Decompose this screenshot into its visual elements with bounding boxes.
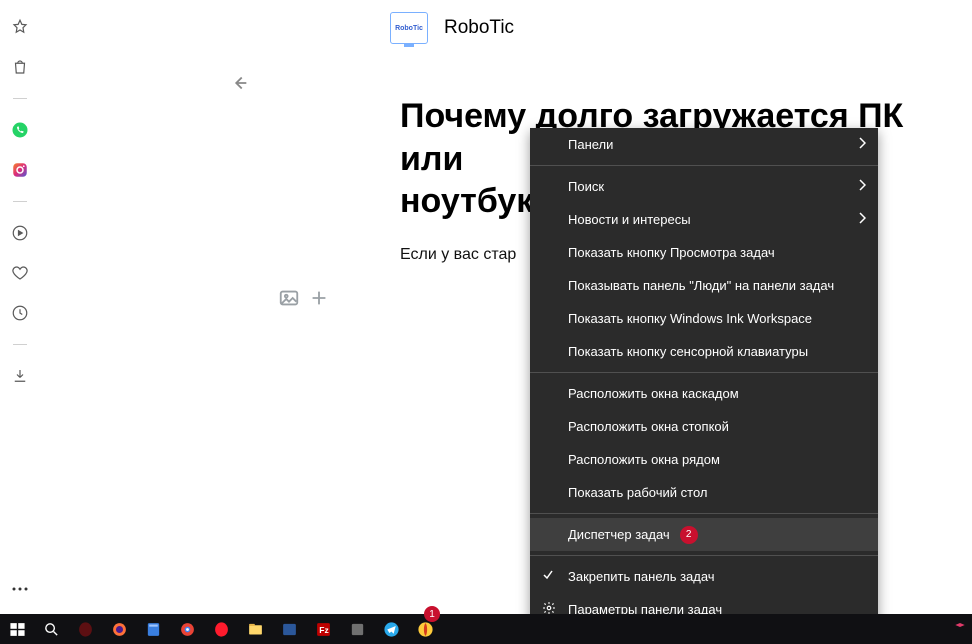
menu-separator: [530, 165, 878, 166]
start-button[interactable]: [0, 614, 34, 644]
menu-label: Показать кнопку Просмотра задач: [568, 245, 775, 260]
windows-taskbar: Fz 1: [0, 614, 972, 644]
calculator-icon[interactable]: [136, 614, 170, 644]
telegram-icon[interactable]: [374, 614, 408, 644]
opera-icon[interactable]: [68, 614, 102, 644]
menu-task-manager[interactable]: Диспетчер задач 2: [530, 518, 878, 551]
chevron-right-icon: [858, 212, 866, 227]
app-sidebar: [0, 0, 40, 614]
star-icon[interactable]: [11, 18, 29, 36]
explorer-icon[interactable]: [238, 614, 272, 644]
article-body: Если у вас стар: [400, 246, 516, 264]
instagram-icon[interactable]: [11, 161, 29, 179]
back-button[interactable]: [228, 72, 250, 99]
opera-gx-icon[interactable]: [204, 614, 238, 644]
channel-name[interactable]: RoboTic: [444, 17, 514, 39]
word-icon[interactable]: [272, 614, 306, 644]
chrome-icon[interactable]: [170, 614, 204, 644]
image-placeholder[interactable]: [278, 287, 330, 309]
sidebar-separator: [13, 344, 27, 345]
menu-task-view[interactable]: Показать кнопку Просмотра задач: [530, 236, 878, 269]
menu-side-by-side[interactable]: Расположить окна рядом: [530, 443, 878, 476]
menu-label: Расположить окна каскадом: [568, 386, 739, 401]
channel-avatar[interactable]: RoboTic: [390, 12, 428, 44]
menu-separator: [530, 513, 878, 514]
menu-label: Новости и интересы: [568, 212, 691, 227]
whatsapp-icon[interactable]: [11, 121, 29, 139]
app-icon[interactable]: [340, 614, 374, 644]
search-icon[interactable]: [34, 614, 68, 644]
menu-news[interactable]: Новости и интересы: [530, 203, 878, 236]
menu-ink[interactable]: Показать кнопку Windows Ink Workspace: [530, 302, 878, 335]
firefox-icon[interactable]: [102, 614, 136, 644]
taskbar-context-menu: Панели Поиск Новости и интересы Показать…: [530, 128, 878, 626]
sidebar-separator: [13, 201, 27, 202]
menu-keyboard[interactable]: Показать кнопку сенсорной клавиатуры: [530, 335, 878, 368]
annotation-badge: 1: [424, 606, 440, 622]
svg-text:Fz: Fz: [319, 625, 328, 635]
tray-icon[interactable]: [950, 617, 966, 638]
heart-icon[interactable]: [11, 264, 29, 282]
filezilla-icon[interactable]: Fz: [306, 614, 340, 644]
menu-separator: [530, 372, 878, 373]
history-icon[interactable]: [11, 304, 29, 322]
menu-separator: [530, 555, 878, 556]
play-circle-icon[interactable]: [11, 224, 29, 242]
menu-panels[interactable]: Панели: [530, 128, 878, 161]
menu-label: Расположить окна стопкой: [568, 419, 729, 434]
check-icon: [542, 569, 554, 584]
menu-label: Поиск: [568, 179, 604, 194]
menu-cascade[interactable]: Расположить окна каскадом: [530, 377, 878, 410]
menu-lock-taskbar[interactable]: Закрепить панель задач: [530, 560, 878, 593]
chevron-right-icon: [858, 179, 866, 194]
annotation-badge: 2: [680, 526, 698, 544]
chevron-right-icon: [858, 137, 866, 152]
menu-show-desktop[interactable]: Показать рабочий стол: [530, 476, 878, 509]
menu-label: Показать кнопку сенсорной клавиатуры: [568, 344, 808, 359]
download-icon[interactable]: [11, 367, 29, 385]
sidebar-separator: [13, 98, 27, 99]
menu-label: Диспетчер задач: [568, 527, 670, 542]
channel-header: RoboTic RoboTic: [40, 0, 972, 44]
shopping-bag-icon[interactable]: [11, 58, 29, 76]
menu-label: Закрепить панель задач: [568, 569, 715, 584]
menu-label: Показывать панель "Люди" на панели задач: [568, 278, 834, 293]
menu-people[interactable]: Показывать панель "Люди" на панели задач: [530, 269, 878, 302]
more-icon[interactable]: [12, 578, 28, 596]
menu-search[interactable]: Поиск: [530, 170, 878, 203]
menu-stack[interactable]: Расположить окна стопкой: [530, 410, 878, 443]
zen-icon[interactable]: 1: [408, 614, 442, 644]
menu-label: Показать кнопку Windows Ink Workspace: [568, 311, 812, 326]
menu-label: Показать рабочий стол: [568, 485, 707, 500]
menu-label: Панели: [568, 137, 613, 152]
menu-label: Расположить окна рядом: [568, 452, 720, 467]
